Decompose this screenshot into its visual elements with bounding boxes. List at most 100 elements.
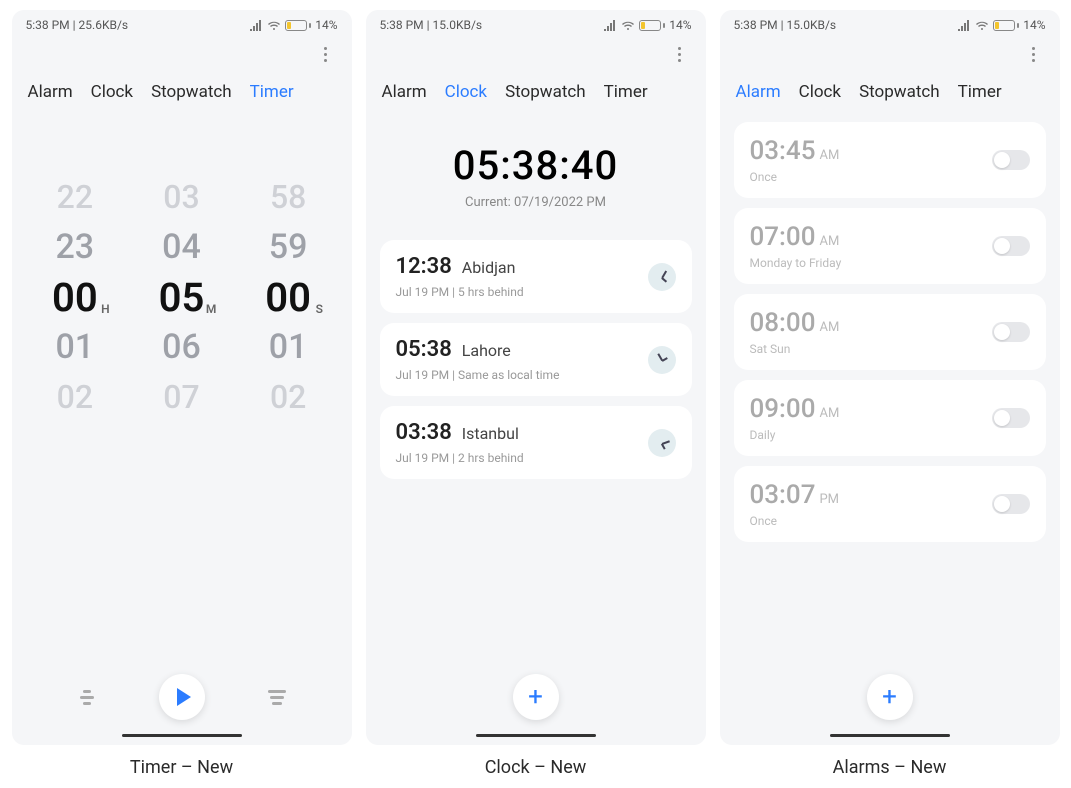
tab-timer[interactable]: Timer xyxy=(604,82,648,102)
more-icon[interactable] xyxy=(314,42,338,66)
hours-column[interactable]: 22 23 00 01 02 H xyxy=(52,172,98,422)
clock-date: Current: 07/19/2022 PM xyxy=(376,195,696,210)
presets-icon[interactable] xyxy=(265,690,289,705)
tab-clock[interactable]: Clock xyxy=(91,82,133,102)
picker-cell: 01 xyxy=(269,322,308,372)
signal-icon xyxy=(603,20,617,31)
bottom-bar: + xyxy=(720,652,1060,734)
alarm-time: 09:00 xyxy=(750,394,816,424)
alarm-toggle[interactable] xyxy=(992,150,1030,170)
screen-alarms: 5:38 PM | 15.0KB/s 14% Alarm Clock Stopw… xyxy=(720,10,1060,745)
wifi-icon xyxy=(267,20,281,31)
bottom-bar: + xyxy=(366,652,706,734)
picker-cell: 04 xyxy=(162,222,201,272)
add-city-button[interactable]: + xyxy=(513,674,559,720)
alarm-repeat: Daily xyxy=(750,428,840,442)
city-name: Lahore xyxy=(462,341,511,360)
picker-cell: 01 xyxy=(55,322,94,372)
play-icon xyxy=(177,688,191,706)
nav-handle[interactable] xyxy=(476,734,596,737)
picker-cell: 58 xyxy=(270,172,306,222)
alarm-ampm: AM xyxy=(819,234,839,249)
statusbar: 5:38 PM | 15.0KB/s 14% xyxy=(720,10,1060,36)
battery-icon xyxy=(993,20,1019,31)
caption: Timer – New xyxy=(12,757,352,778)
alarm-card[interactable]: 08:00AM Sat Sun xyxy=(734,294,1046,370)
tab-alarm[interactable]: Alarm xyxy=(28,82,73,102)
alarm-card[interactable]: 03:45AMOnce xyxy=(734,122,1046,198)
tab-stopwatch[interactable]: Stopwatch xyxy=(505,82,586,102)
battery-pct: 14% xyxy=(315,18,337,32)
alarm-toggle[interactable] xyxy=(992,236,1030,256)
screen-timer: 5:38 PM | 25.6KB/s 14% Alarm Clock Stopw… xyxy=(12,10,352,745)
more-icon[interactable] xyxy=(1022,42,1046,66)
battery-pct: 14% xyxy=(1023,18,1045,32)
status-right: 14% xyxy=(957,18,1045,32)
more-icon[interactable] xyxy=(668,42,692,66)
status-left: 5:38 PM | 25.6KB/s xyxy=(26,18,129,32)
city-card[interactable]: 12:38 Abidjan Jul 19 PM | 5 hrs behind xyxy=(380,240,692,313)
caption: Alarms – New xyxy=(720,757,1060,778)
alarm-time: 08:00 xyxy=(750,308,816,338)
picker-cell: 02 xyxy=(270,372,306,422)
alarm-toggle[interactable] xyxy=(992,408,1030,428)
signal-icon xyxy=(249,20,263,31)
city-name: Abidjan xyxy=(462,258,516,277)
status-right: 14% xyxy=(249,18,337,32)
tab-clock[interactable]: Clock xyxy=(445,82,487,102)
tab-alarm[interactable]: Alarm xyxy=(736,82,781,102)
status-left: 5:38 PM | 15.0KB/s xyxy=(734,18,837,32)
city-card[interactable]: 05:38 Lahore Jul 19 PM | Same as local t… xyxy=(380,323,692,396)
city-card[interactable]: 03:38 Istanbul Jul 19 PM | 2 hrs behind xyxy=(380,406,692,479)
tab-bar: Alarm Clock Stopwatch Timer xyxy=(366,72,706,112)
start-button[interactable] xyxy=(159,674,205,720)
sound-icon[interactable] xyxy=(75,690,99,705)
status-right: 14% xyxy=(603,18,691,32)
alarm-repeat: Monday to Friday xyxy=(750,256,842,270)
alarm-repeat: Once xyxy=(750,514,840,528)
alarm-repeat: Sat Sun xyxy=(750,342,840,356)
wifi-icon xyxy=(621,20,635,31)
screen-clock: 5:38 PM | 15.0KB/s 14% Alarm Clock Stopw… xyxy=(366,10,706,745)
tab-bar: Alarm Clock Stopwatch Timer xyxy=(720,72,1060,112)
picker-cell-selected: 00 xyxy=(265,272,311,322)
picker-cell: 06 xyxy=(162,322,201,372)
city-sub: Jul 19 PM | 2 hrs behind xyxy=(396,451,524,465)
caption: Clock – New xyxy=(366,757,706,778)
timer-picker[interactable]: 22 23 00 01 02 H 03 04 05 06 07 M 58 59 … xyxy=(22,172,342,422)
clock-icon xyxy=(648,346,676,374)
alarm-toggle[interactable] xyxy=(992,322,1030,342)
alarm-repeat: Once xyxy=(750,170,840,184)
unit-minutes: M xyxy=(206,302,217,316)
tab-timer[interactable]: Timer xyxy=(250,82,294,102)
unit-seconds: S xyxy=(316,302,323,316)
add-alarm-button[interactable]: + xyxy=(867,674,913,720)
picker-cell: 07 xyxy=(163,372,199,422)
alarm-card[interactable]: 03:07PMOnce xyxy=(734,466,1046,542)
alarm-card[interactable]: 07:00AM Monday to Friday xyxy=(734,208,1046,284)
minutes-column[interactable]: 03 04 05 06 07 M xyxy=(159,172,205,422)
city-time: 12:38 xyxy=(396,254,452,279)
alarm-card[interactable]: 09:00AM Daily xyxy=(734,380,1046,456)
picker-cell: 22 xyxy=(57,172,93,222)
alarm-time: 03:07 xyxy=(750,480,816,510)
unit-hours: H xyxy=(101,302,110,316)
alarm-ampm: AM xyxy=(819,320,839,335)
seconds-column[interactable]: 58 59 00 01 02 S xyxy=(265,172,311,422)
tab-timer[interactable]: Timer xyxy=(958,82,1002,102)
city-time: 03:38 xyxy=(396,420,452,445)
nav-handle[interactable] xyxy=(830,734,950,737)
battery-icon xyxy=(285,20,311,31)
city-time: 05:38 xyxy=(396,337,452,362)
alarm-time: 07:00 xyxy=(750,222,816,252)
tab-alarm[interactable]: Alarm xyxy=(382,82,427,102)
picker-cell-selected: 05 xyxy=(159,272,205,322)
alarm-toggle[interactable] xyxy=(992,494,1030,514)
statusbar: 5:38 PM | 15.0KB/s 14% xyxy=(366,10,706,36)
tab-stopwatch[interactable]: Stopwatch xyxy=(859,82,940,102)
nav-handle[interactable] xyxy=(122,734,242,737)
clock-time: 05:38:40 xyxy=(376,142,696,189)
tab-clock[interactable]: Clock xyxy=(799,82,841,102)
tab-stopwatch[interactable]: Stopwatch xyxy=(151,82,232,102)
alarm-ampm: AM xyxy=(819,406,839,421)
